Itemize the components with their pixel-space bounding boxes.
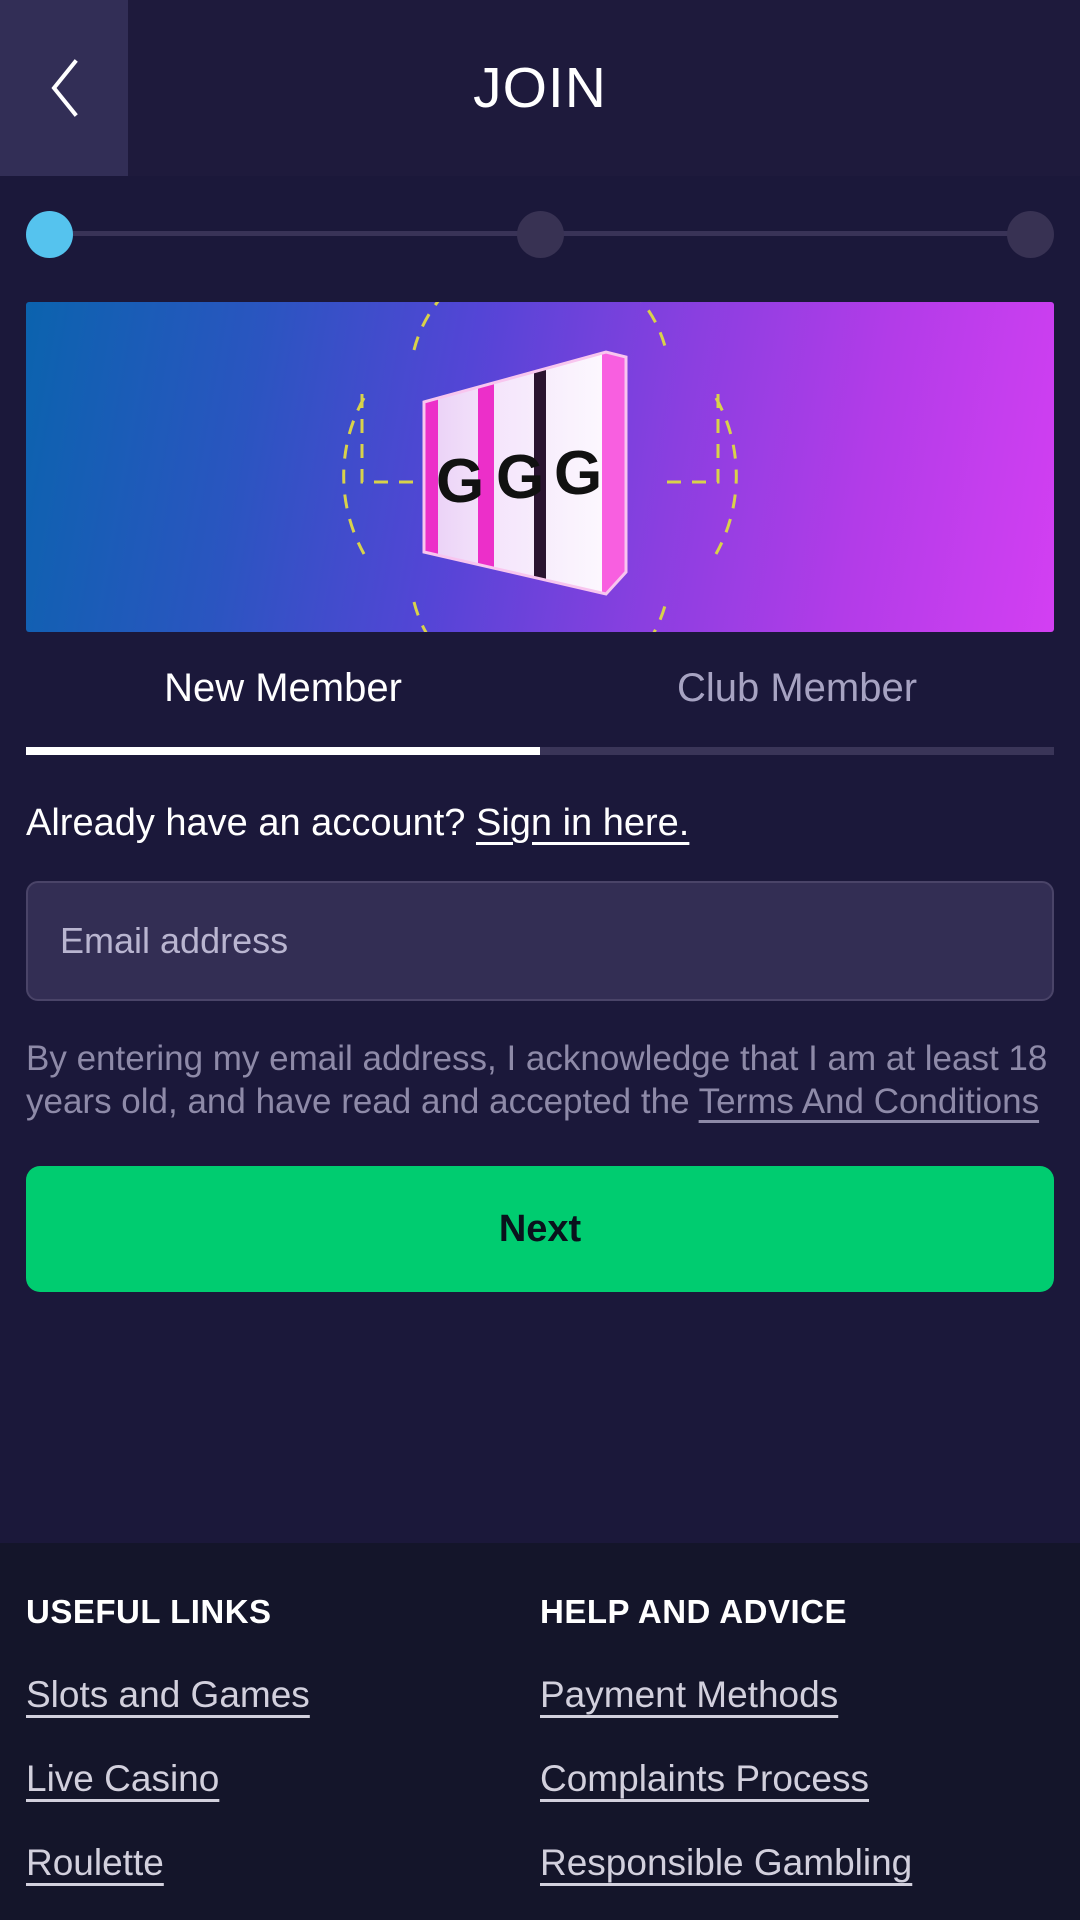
terms-and-conditions-link[interactable]: Terms And Conditions bbox=[699, 1082, 1039, 1121]
footer-link-complaints-process[interactable]: Complaints Process bbox=[540, 1758, 869, 1800]
email-field[interactable]: Email address bbox=[26, 880, 1054, 1001]
main-content: G G G New Member Club Member Already hav… bbox=[0, 176, 1080, 1543]
tab-club-member-label: Club Member bbox=[676, 666, 918, 710]
footer-column-help-and-advice: HELP AND ADVICE Payment Methods Complain… bbox=[540, 1593, 1054, 1890]
svg-text:G: G bbox=[436, 447, 484, 516]
join-screen: JOIN G G G New Member Club Member Alread… bbox=[0, 0, 1080, 1920]
app-header: JOIN bbox=[0, 0, 1080, 176]
footer-link-slots-and-games[interactable]: Slots and Games bbox=[26, 1674, 310, 1716]
tab-club-member[interactable]: Club Member bbox=[540, 666, 1054, 747]
back-button[interactable] bbox=[0, 0, 128, 176]
email-placeholder: Email address bbox=[60, 919, 289, 961]
sign-in-link[interactable]: Sign in here. bbox=[476, 802, 689, 844]
site-footer: USEFUL LINKS Slots and Games Live Casino… bbox=[0, 1543, 1080, 1920]
step-dot-2[interactable] bbox=[516, 210, 564, 258]
tab-indicator-inactive bbox=[540, 747, 1054, 755]
tab-indicator-active bbox=[26, 747, 540, 755]
step-dot-1[interactable] bbox=[26, 210, 73, 258]
footer-heading-useful-links: USEFUL LINKS bbox=[26, 1593, 272, 1630]
step-dot-3[interactable] bbox=[1007, 210, 1054, 258]
slot-machine-icon: G G G bbox=[342, 302, 738, 632]
signin-prompt-text: Already have an account? bbox=[26, 802, 466, 844]
page-title: JOIN bbox=[473, 56, 607, 120]
svg-text:G: G bbox=[496, 443, 544, 512]
stepper-dots bbox=[26, 210, 1054, 258]
promo-banner[interactable]: G G G bbox=[26, 302, 1054, 632]
chevron-left-icon bbox=[47, 58, 81, 118]
tab-indicator-bar bbox=[26, 747, 1054, 755]
footer-link-payment-methods[interactable]: Payment Methods bbox=[540, 1674, 838, 1716]
signin-prompt-row: Already have an account? Sign in here. bbox=[26, 801, 1054, 847]
svg-text:G: G bbox=[554, 439, 602, 508]
progress-stepper bbox=[26, 176, 1054, 292]
footer-column-useful-links: USEFUL LINKS Slots and Games Live Casino… bbox=[26, 1593, 540, 1890]
footer-link-roulette[interactable]: Roulette bbox=[26, 1842, 164, 1884]
footer-link-responsible-gambling[interactable]: Responsible Gambling bbox=[540, 1842, 912, 1884]
next-button[interactable]: Next bbox=[26, 1166, 1054, 1293]
terms-disclaimer: By entering my email address, I acknowle… bbox=[26, 1037, 1054, 1125]
footer-heading-help-and-advice: HELP AND ADVICE bbox=[540, 1593, 847, 1630]
tab-new-member[interactable]: New Member bbox=[26, 666, 540, 747]
tab-new-member-label: New Member bbox=[164, 666, 402, 710]
member-type-tabs: New Member Club Member bbox=[26, 666, 1054, 747]
footer-link-live-casino[interactable]: Live Casino bbox=[26, 1758, 219, 1800]
